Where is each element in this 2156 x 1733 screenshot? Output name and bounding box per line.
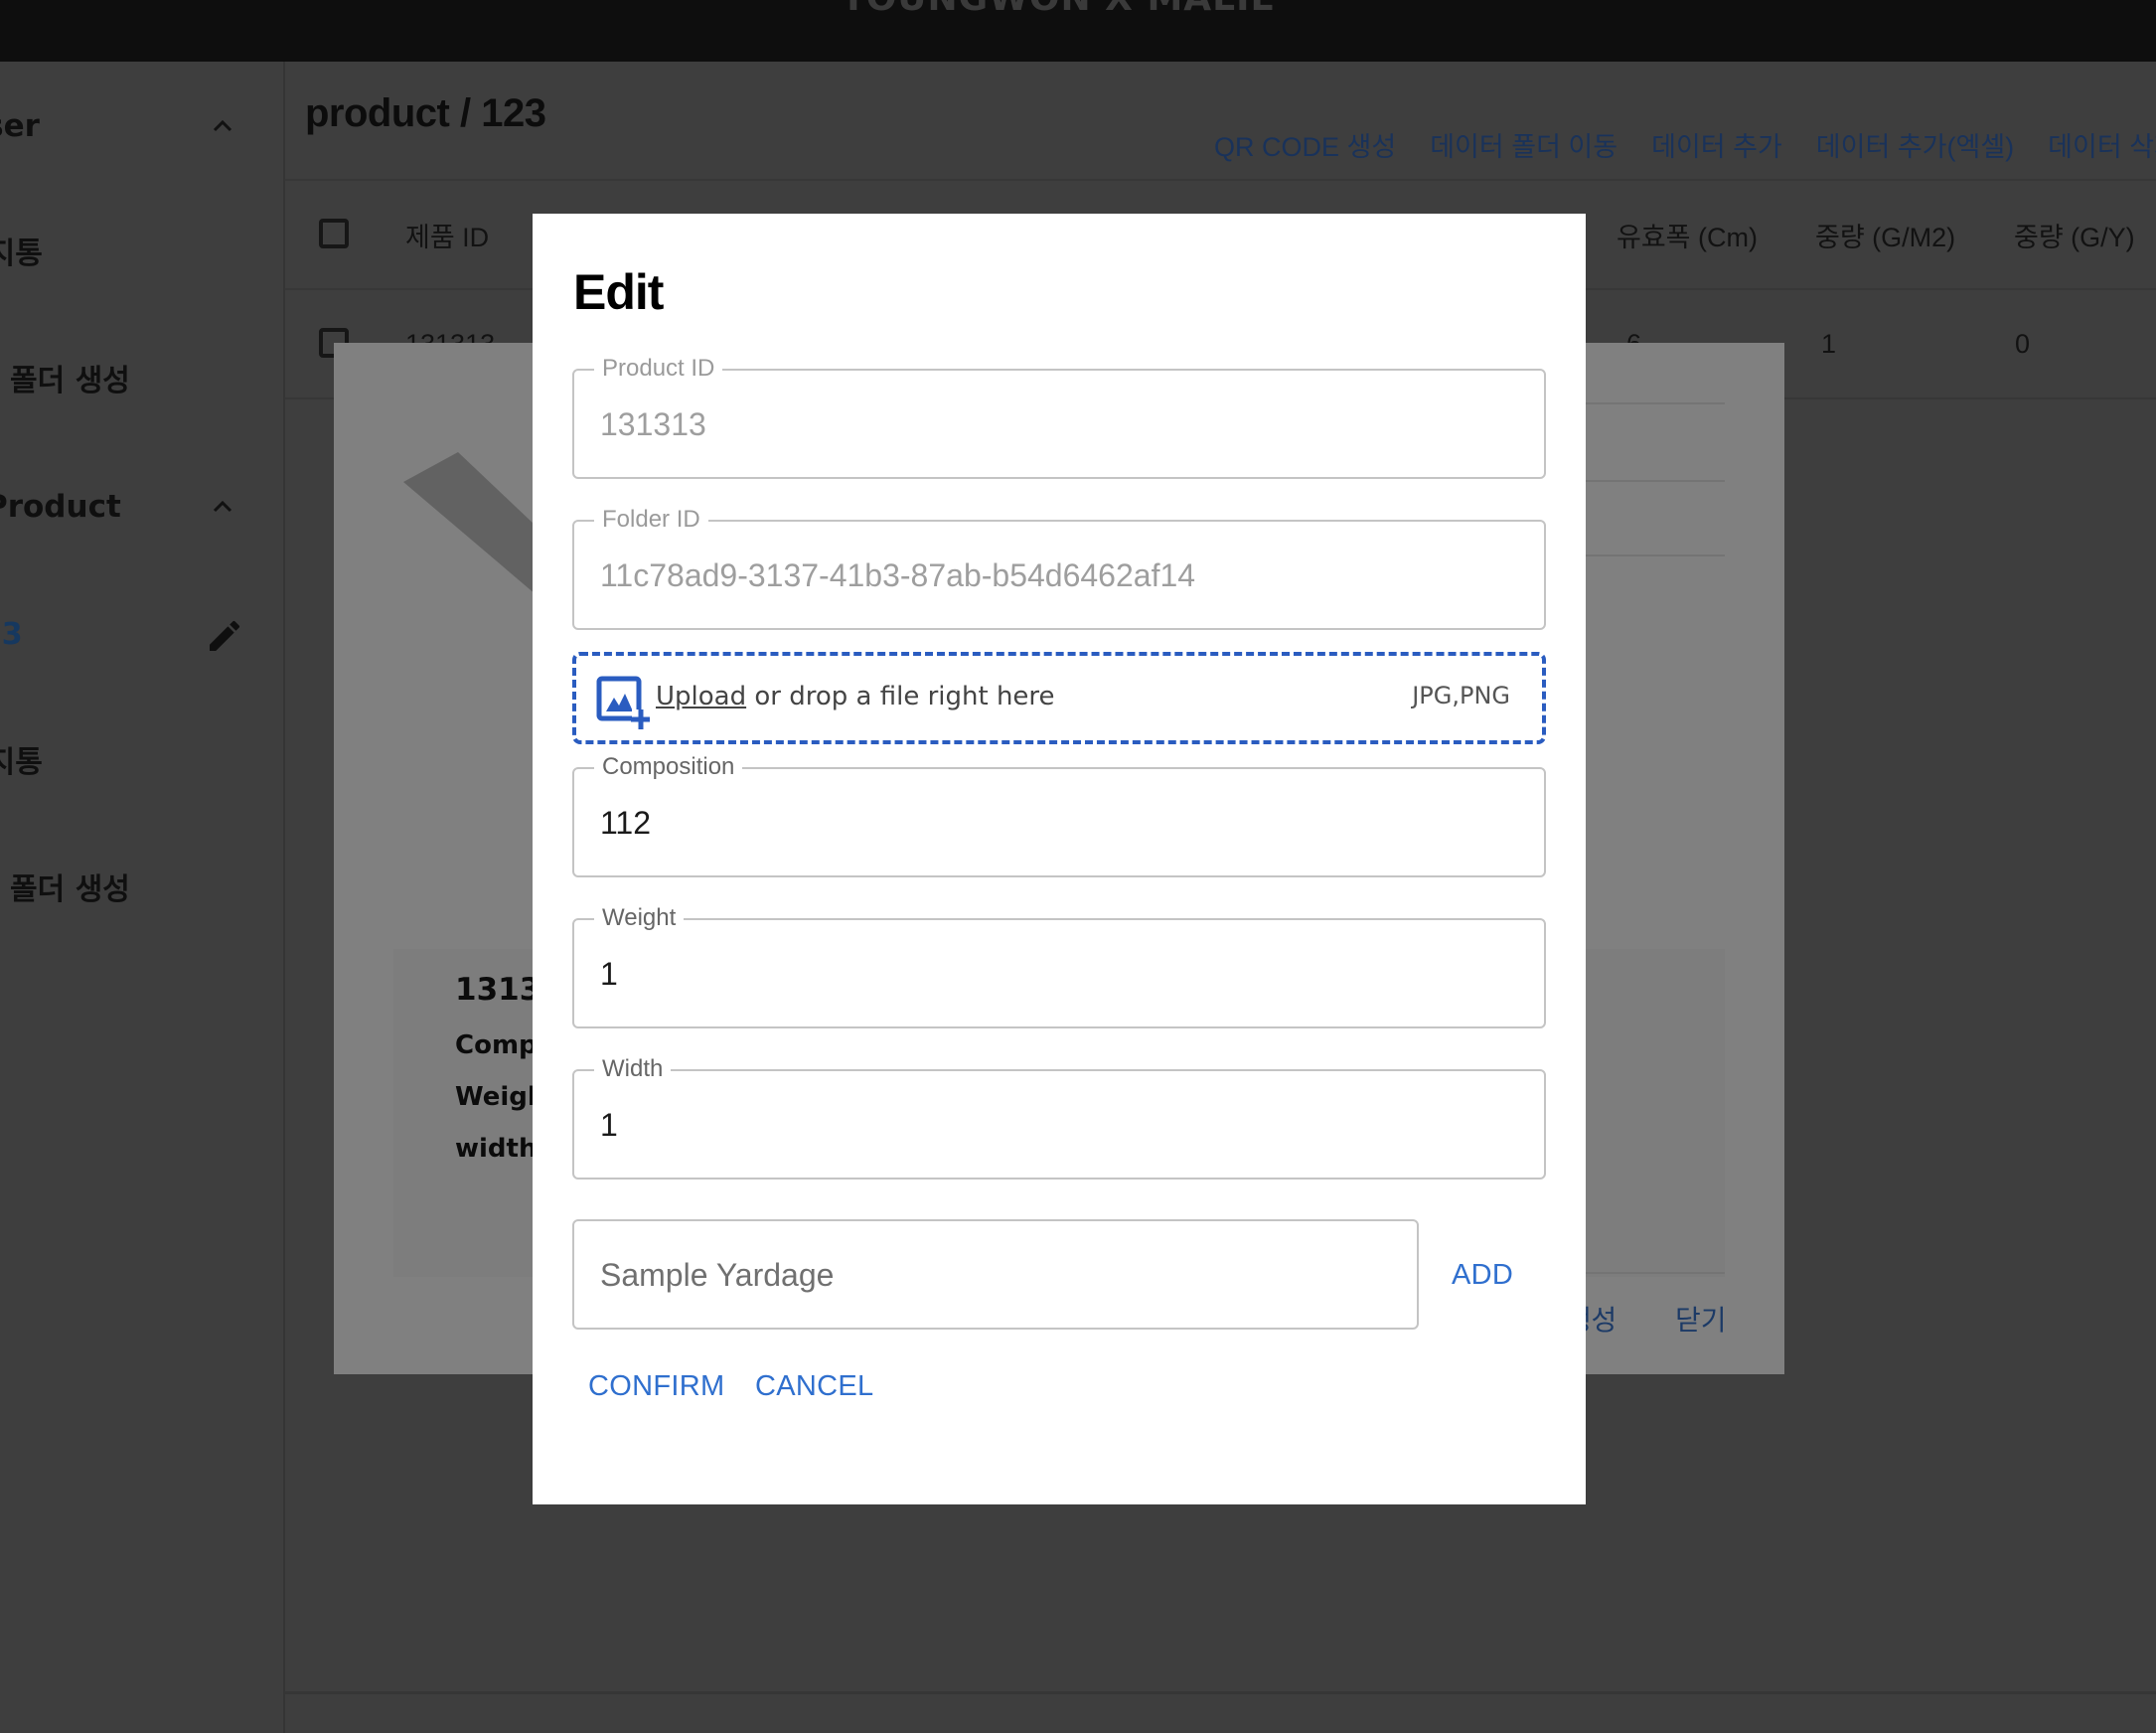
file-upload-dropzone[interactable]: Upload or drop a file right here JPG,PNG	[572, 652, 1546, 744]
field-label: Weight	[594, 902, 685, 934]
select-all-checkbox[interactable]	[319, 219, 349, 248]
confirm-button[interactable]: CONFIRM	[588, 1370, 724, 1403]
sidebar-item-trash[interactable]: 휴지통	[0, 221, 283, 280]
weight-field: Weight	[572, 902, 1546, 1028]
width-field: Width	[572, 1053, 1546, 1180]
add-data-button[interactable]: 데이터 추가	[1651, 125, 1782, 164]
upload-instructions: Upload or drop a file right here	[656, 682, 1055, 711]
edit-dialog: Edit Product ID Folder ID Upload or drop…	[533, 214, 1586, 1504]
composition-field: Composition	[572, 751, 1546, 877]
product-id-input	[600, 398, 1494, 450]
sidebar-group-product[interactable]: Product	[0, 477, 283, 537]
sidebar-item-new-folder[interactable]: 새 폴더 생성	[0, 348, 283, 407]
sidebar-group-user[interactable]: User	[0, 96, 283, 156]
field-label: Folder ID	[594, 504, 708, 536]
column-header-product-id[interactable]: 제품 ID	[405, 181, 489, 288]
add-photo-icon	[596, 676, 650, 729]
field-label: Composition	[594, 751, 743, 783]
upload-link[interactable]: Upload	[656, 682, 746, 711]
delete-data-button[interactable]: 데이터 삭제	[2048, 125, 2156, 164]
top-app-bar: YOUNGWON X MALIE	[0, 0, 2156, 62]
move-data-folder-button[interactable]: 데이터 폴더 이동	[1430, 125, 1617, 164]
field-label: Product ID	[594, 353, 723, 385]
footer-divider	[285, 1691, 2156, 1694]
add-data-excel-button[interactable]: 데이터 추가(엑셀)	[1816, 125, 2014, 164]
cell-weight-gy: 0	[2015, 328, 2031, 359]
sidebar: User 휴지통 새 폴더 생성 Product 123 휴지통 새 폴더 생성	[0, 62, 285, 1733]
sidebar-item-new-folder[interactable]: 새 폴더 생성	[0, 857, 283, 916]
field-label: Width	[594, 1053, 672, 1085]
sidebar-group-label: Product	[0, 489, 121, 525]
composition-input[interactable]	[600, 797, 1494, 849]
sidebar-item-label: 새 폴더 생성	[0, 364, 130, 398]
breadcrumb: product / 123	[305, 91, 546, 135]
upload-hint-text: or drop a file right here	[746, 682, 1055, 711]
product-id-field: Product ID	[572, 353, 1546, 479]
chevron-up-icon[interactable]	[211, 114, 234, 138]
sample-yardage-input[interactable]	[600, 1249, 1494, 1301]
folder-id-field: Folder ID	[572, 504, 1546, 630]
sample-yardage-field	[572, 1219, 1494, 1330]
sidebar-item-label: 새 폴더 생성	[0, 872, 130, 907]
column-header-effective-width[interactable]: 유효폭 (Cm)	[1617, 181, 1758, 288]
weight-input[interactable]	[600, 948, 1494, 1000]
sidebar-item-label: 휴지통	[0, 745, 43, 780]
sidebar-group-label: User	[0, 108, 40, 144]
close-button[interactable]: 닫기	[1675, 1299, 1727, 1339]
add-yardage-button[interactable]: ADD	[1452, 1259, 1513, 1292]
cell-weight-gm2: 1	[1821, 328, 1837, 359]
dialog-title: Edit	[573, 264, 664, 320]
width-input[interactable]	[600, 1099, 1494, 1151]
brand-title: YOUNGWON X MALIE	[0, 0, 2116, 19]
column-header-weight-gm2[interactable]: 중량 (G/M2)	[1815, 181, 1955, 288]
sidebar-item-label: 휴지통	[0, 236, 43, 271]
column-header-weight-gy[interactable]: 중량 (G/Y)	[2014, 181, 2135, 288]
cancel-button[interactable]: CANCEL	[755, 1370, 873, 1403]
chevron-up-icon[interactable]	[211, 495, 234, 519]
pencil-icon[interactable]	[205, 616, 244, 656]
accepted-file-types: JPG,PNG	[1412, 682, 1510, 709]
folder-id-input	[600, 550, 1494, 601]
sidebar-item-folder-123[interactable]: 123	[0, 604, 283, 664]
toolbar: QR CODE 생성 데이터 폴더 이동 데이터 추가 데이터 추가(엑셀) 데…	[1214, 125, 2156, 164]
sidebar-item-trash[interactable]: 휴지통	[0, 729, 283, 789]
generate-qr-button[interactable]: QR CODE 생성	[1214, 125, 1396, 164]
